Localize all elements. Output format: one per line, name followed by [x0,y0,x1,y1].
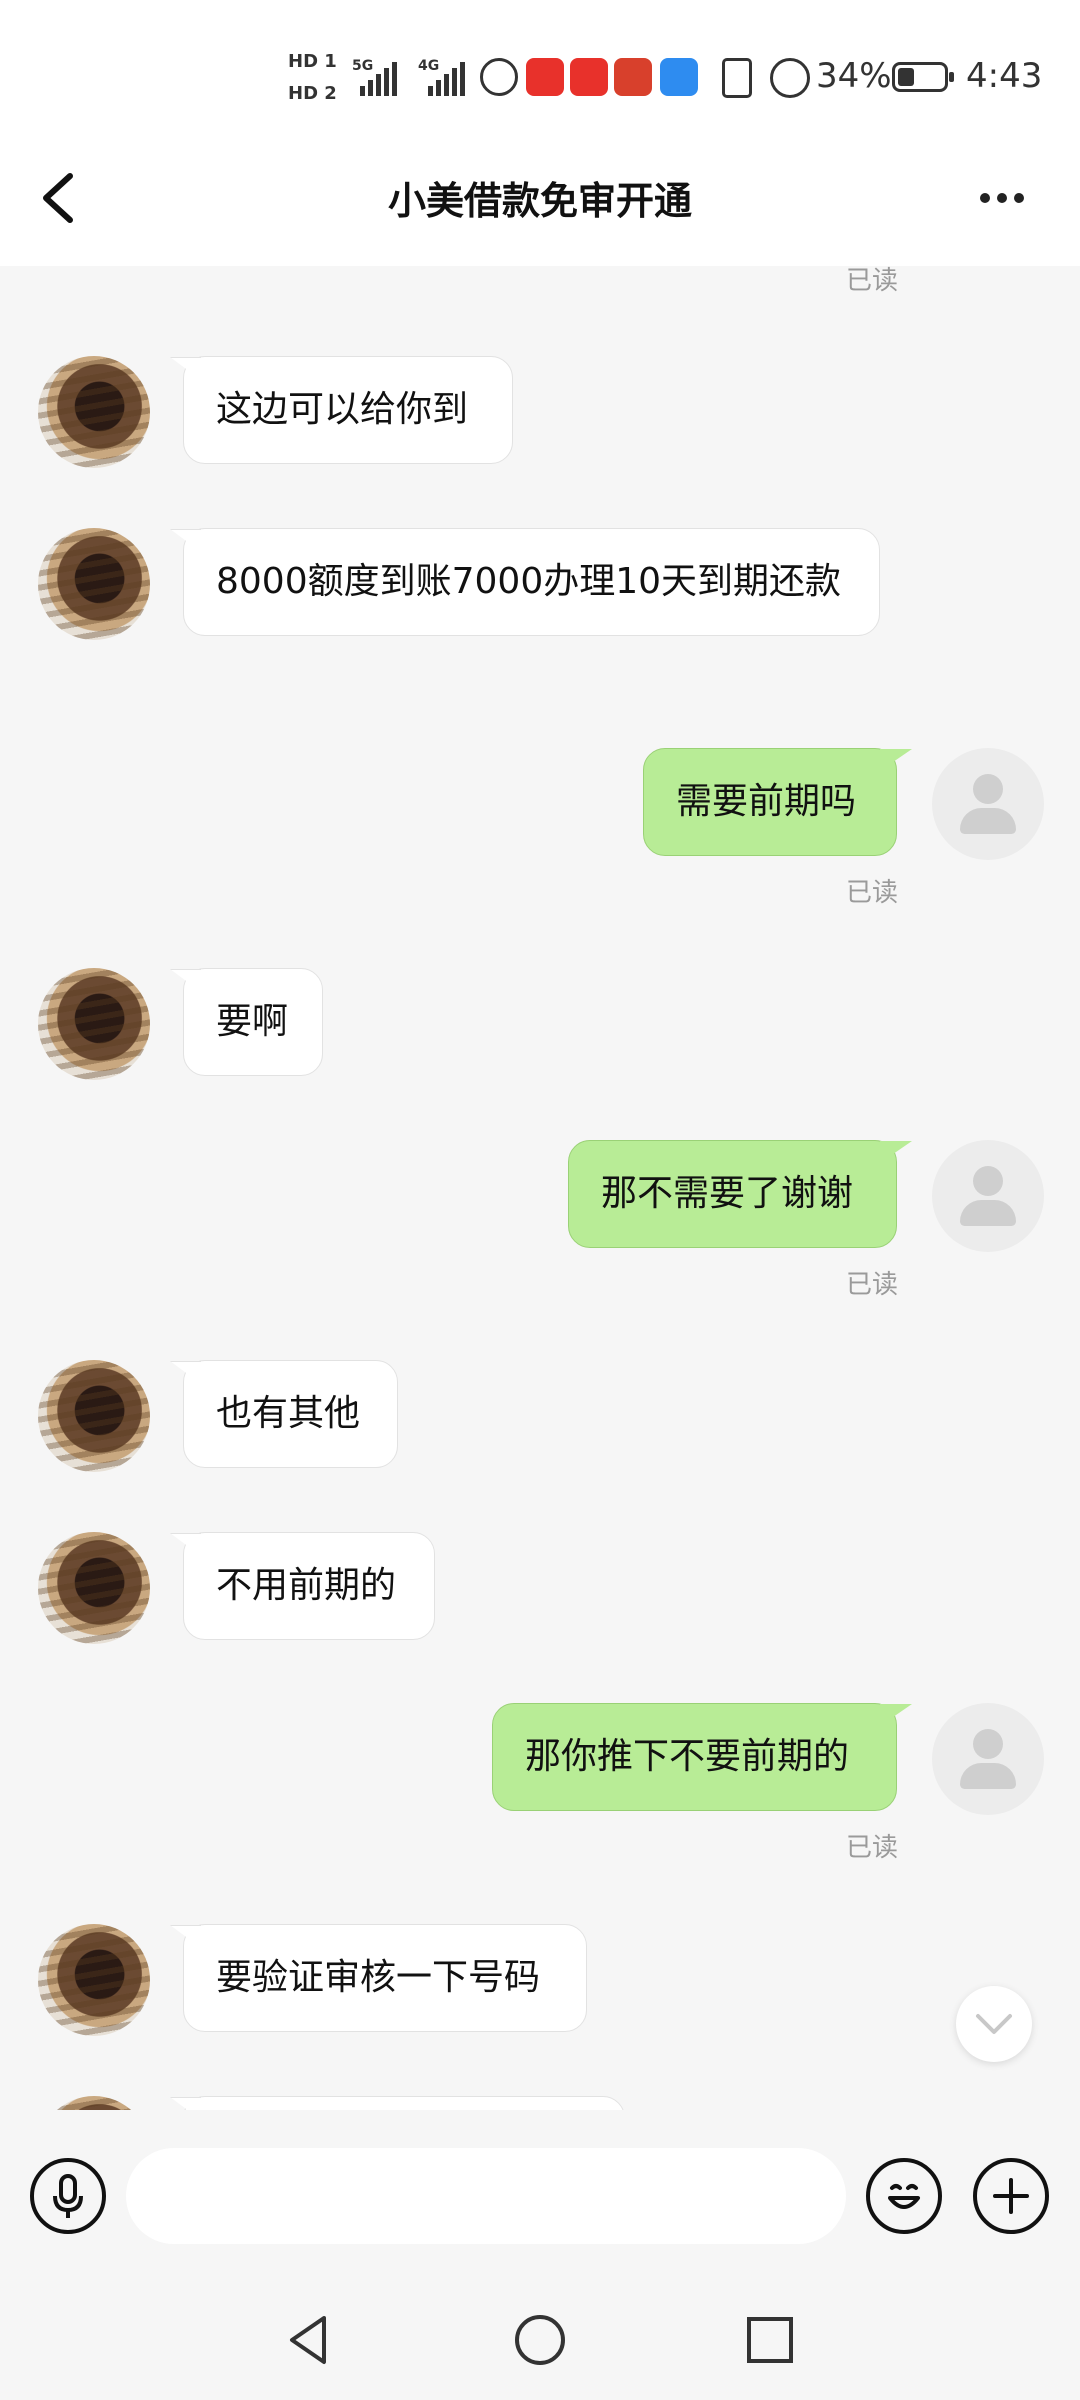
hd-indicator: HD 1 HD 2 [288,50,337,114]
plus-button[interactable] [973,2158,1049,2234]
hd1-label: HD 1 [288,51,337,72]
nav-home-icon[interactable] [510,2310,570,2370]
sent-message[interactable]: 那不需要了谢谢 [568,1140,897,1248]
nav-back-icon[interactable] [278,2310,338,2370]
signal-sim1-icon [360,60,397,96]
weather-icon [660,58,698,96]
shopping-app-icon [614,58,652,96]
battery-icon [892,62,954,92]
contact-avatar[interactable] [38,968,150,1080]
contact-avatar[interactable] [38,528,150,640]
contact-avatar[interactable] [38,1360,150,1472]
data-speed-icon [770,58,810,98]
received-message[interactable]: 不用前期的 [183,1532,435,1640]
chat-header: 小美借款免审开通 [0,130,1080,266]
contact-avatar[interactable] [38,1532,150,1644]
emoji-icon [888,2184,920,2209]
sent-message[interactable]: 需要前期吗 [643,748,897,856]
chat-title: 小美借款免审开通 [387,179,692,223]
signal-sim2-icon [428,60,465,96]
app-notification-icon [480,58,518,96]
hd2-label: HD 2 [288,83,337,104]
plus-icon [993,2178,1029,2214]
received-message[interactable]: 这边可以给你到 [183,356,513,464]
scroll-to-bottom-button[interactable] [956,1986,1032,2062]
emoji-button[interactable] [866,2158,942,2234]
my-avatar[interactable] [932,748,1044,860]
sent-message[interactable]: 那你推下不要前期的 [492,1703,897,1811]
vibrate-icon [722,58,752,98]
received-message[interactable]: 要验证审核一下号码 [183,1924,587,2032]
message-input[interactable] [126,2148,846,2244]
microphone-icon [53,2174,83,2218]
read-status: 已读 [846,1833,899,1863]
read-status: 已读 [846,266,899,296]
received-message-partial[interactable] [183,2096,625,2110]
input-bar [0,2110,1080,2280]
contact-avatar[interactable] [38,356,150,468]
read-status: 已读 [846,1270,899,1300]
chat-messages[interactable]: 已读 这边可以给你到 8000额度到账7000办理10天到期还款 需要前期吗 已… [0,266,1080,2110]
battery-percent: 34% [816,56,892,96]
my-avatar[interactable] [932,1140,1044,1252]
received-message[interactable]: 也有其他 [183,1360,398,1468]
pinduoduo-icon-2 [570,58,608,96]
contact-avatar[interactable] [38,1924,150,2036]
received-message[interactable]: 8000额度到账7000办理10天到期还款 [183,528,880,636]
more-horizontal-icon [980,193,990,203]
voice-button[interactable] [30,2158,106,2234]
nav-recents-icon[interactable] [740,2310,800,2370]
more-button[interactable] [980,180,1036,216]
chevron-down-icon [976,2014,1012,2034]
read-status: 已读 [846,878,899,908]
system-nav-bar [0,2282,1080,2400]
received-message[interactable]: 要啊 [183,968,323,1076]
pinduoduo-icon [526,58,564,96]
clock: 4:43 [966,56,1043,96]
contact-avatar[interactable] [38,2096,150,2110]
my-avatar[interactable] [932,1703,1044,1815]
